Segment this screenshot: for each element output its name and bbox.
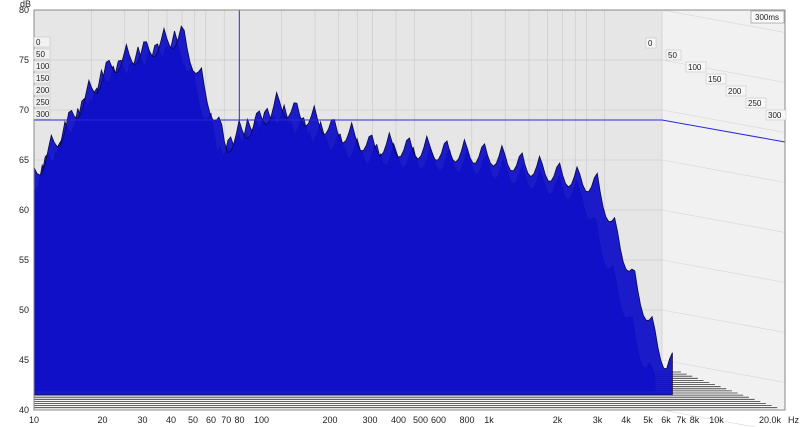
x-tick-label: 7k <box>677 415 687 425</box>
x-tick-label: 40 <box>166 415 176 425</box>
time-label-right: 0 <box>648 39 653 48</box>
x-tick-label: 10k <box>709 415 724 425</box>
x-tick-label: 3k <box>593 415 603 425</box>
time-label-left: 200 <box>36 86 50 95</box>
y-tick-label: 50 <box>19 305 29 315</box>
time-label-left: 300 <box>36 110 50 119</box>
time-label-left: 150 <box>36 74 50 83</box>
y-tick-label: 45 <box>19 355 29 365</box>
x-tick-label: 500 <box>413 415 428 425</box>
x-tick-label: 30 <box>138 415 148 425</box>
time-labels-left: 0 50 100 150 200 250 300 <box>33 36 51 120</box>
x-tick-label: 600 <box>431 415 446 425</box>
time-label-right: 200 <box>728 87 742 96</box>
x-tick-label: 200 <box>322 415 337 425</box>
x-tick-label: 70 <box>221 415 231 425</box>
x-tick-label: 2k <box>553 415 563 425</box>
x-tick-label: 300 <box>363 415 378 425</box>
x-tick-label: 1k <box>484 415 494 425</box>
y-tick-label: 70 <box>19 105 29 115</box>
x-tick-label: 50 <box>188 415 198 425</box>
x-tick-label: 60 <box>206 415 216 425</box>
x-axis-ticks: 10 20 30 40 50 60 70 80 100 200 300 400 500 600 800 1k 2… <box>29 415 782 425</box>
x-tick-label: 20 <box>97 415 107 425</box>
time-label-right: 300 <box>768 111 782 120</box>
x-tick-label: 6k <box>661 415 671 425</box>
time-label-left: 100 <box>36 62 50 71</box>
y-tick-label: 80 <box>19 5 29 15</box>
x-tick-label: 400 <box>391 415 406 425</box>
y-tick-label: 40 <box>19 405 29 415</box>
time-label-right: 50 <box>668 51 677 60</box>
x-tick-label: 5k <box>643 415 653 425</box>
x-tick-label: 10 <box>29 415 39 425</box>
time-legend-box: 300ms <box>750 10 785 24</box>
time-legend-label: 300ms <box>755 13 779 22</box>
time-label-right: 250 <box>748 99 762 108</box>
x-tick-label: 4k <box>621 415 631 425</box>
x-unit-label: Hz <box>788 415 799 425</box>
x-tick-label: 80 <box>234 415 244 425</box>
time-label-left: 250 <box>36 98 50 107</box>
x-tick-label: 800 <box>459 415 474 425</box>
time-label-right: 100 <box>688 63 702 72</box>
x-tick-label: 100 <box>254 415 269 425</box>
time-label-left: 50 <box>36 50 45 59</box>
x-tick-label: 8k <box>690 415 700 425</box>
y-tick-label: 75 <box>19 55 29 65</box>
side-wall <box>662 10 785 410</box>
y-tick-label: 55 <box>19 255 29 265</box>
x-tick-label: 20.0k <box>759 415 782 425</box>
waterfall-chart: dB Hz 300ms 404550556065707580 10 20 30 40 5… <box>19 0 799 427</box>
time-label-left: 0 <box>36 38 41 47</box>
y-axis-ticks: 40 45 50 55 60 65 70 75 80 <box>19 5 29 415</box>
y-tick-label: 60 <box>19 205 29 215</box>
y-tick-label: 65 <box>19 155 29 165</box>
time-label-right: 150 <box>708 75 722 84</box>
